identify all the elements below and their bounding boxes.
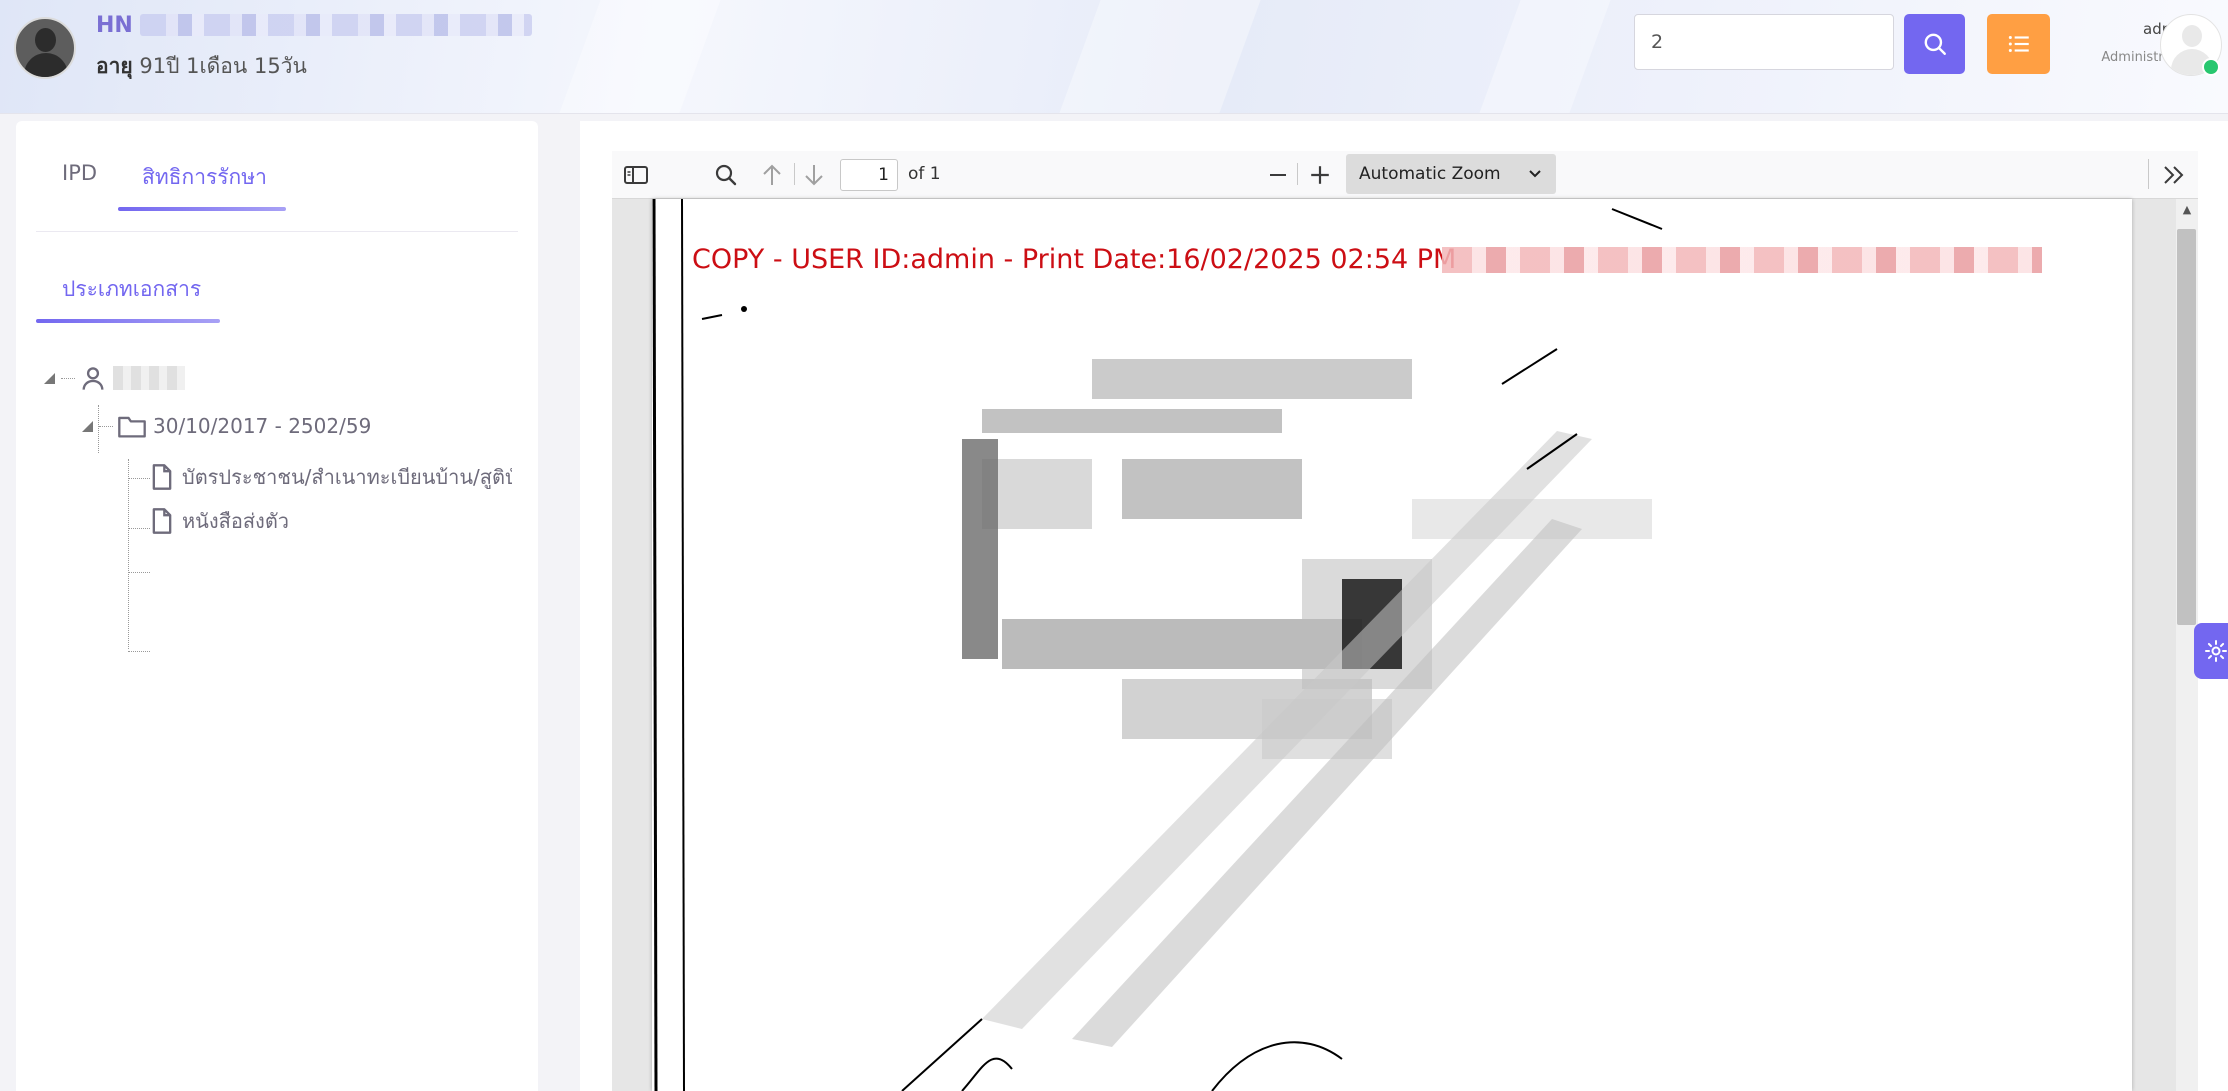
list-icon [2008, 35, 2029, 53]
folder-icon [118, 416, 146, 438]
sidebar-toggle-button[interactable] [622, 161, 650, 189]
tree-connector [128, 651, 150, 652]
tab-ipd[interactable]: IPD [62, 161, 97, 185]
tree-connector [128, 459, 129, 649]
find-icon [715, 164, 737, 186]
tab-document-type[interactable]: ประเภทเอกสาร [62, 273, 201, 306]
gear-icon [2205, 640, 2227, 662]
patient-age: อายุ 91ปี 1เดือน 15วัน [96, 50, 307, 83]
file-icon [152, 508, 172, 534]
age-label: อายุ [96, 54, 133, 78]
sidebar-toggle-icon [624, 166, 648, 184]
patient-name-redacted [140, 14, 532, 36]
minus-icon [1270, 174, 1286, 176]
zoom-out-button[interactable] [1264, 161, 1292, 189]
pdf-viewer: 1 of 1 Automatic Zoom COPY - USER ID:adm… [612, 151, 2198, 1091]
document-tree-panel: IPD สิทธิการรักษา ประเภทเอกสาร 30/10/201… [16, 121, 538, 1091]
document-label: หนังสือส่งตัว [182, 509, 290, 533]
header-decoration [1479, 0, 1611, 113]
zoom-in-button[interactable] [1306, 161, 1334, 189]
tab-treatment-rights[interactable]: สิทธิการรักษา [142, 161, 267, 194]
tree-connector [128, 528, 150, 529]
hn-search-input[interactable] [1634, 14, 1894, 70]
pdf-page: COPY - USER ID:admin - Print Date:16/02/… [652, 199, 2132, 1091]
tree-collapse-icon[interactable] [44, 372, 55, 384]
previous-page-button[interactable] [758, 161, 786, 189]
arrow-down-icon [805, 165, 823, 186]
watermark-redacted [1442, 247, 2042, 273]
header-decoration [559, 0, 721, 113]
tree-node-document[interactable]: บัตรประชาชน/สำเนาทะเบียนบ้าน/สูติบั [150, 461, 512, 493]
tree-node-patient[interactable] [44, 363, 185, 393]
patient-name-redacted [113, 366, 185, 390]
tree-collapse-icon[interactable] [82, 420, 93, 432]
user-icon [82, 367, 104, 390]
search-button[interactable] [1904, 14, 1965, 74]
hn-label: HN [96, 13, 133, 38]
folder-label: 30/10/2017 - 2502/59 [153, 414, 372, 438]
double-chevron-right-icon [2164, 166, 2184, 184]
active-tab-indicator [36, 319, 220, 323]
online-status-badge [2202, 58, 2220, 76]
patient-header: HN อายุ 91ปี 1เดือน 15วัน admin Administ… [0, 0, 2228, 114]
arrow-up-icon [763, 164, 781, 185]
tree-node-folder[interactable]: 30/10/2017 - 2502/59 [82, 413, 371, 439]
menu-list-button[interactable] [1987, 14, 2050, 74]
tree-node-document[interactable]: หนังสือส่งตัว [150, 505, 289, 537]
tools-button[interactable] [2160, 161, 2188, 189]
tree-connector [128, 478, 150, 479]
document-label: บัตรประชาชน/สำเนาทะเบียนบ้าน/สูติบั [182, 465, 512, 489]
zoom-value: Automatic Zoom [1359, 164, 1501, 184]
chevron-down-icon [1528, 154, 1542, 194]
divider [36, 231, 518, 232]
search-icon [1924, 33, 1946, 55]
pdf-scroll-thumb[interactable] [2177, 229, 2196, 625]
page-number-input[interactable]: 1 [840, 159, 898, 191]
plus-icon [1311, 166, 1329, 184]
active-tab-indicator [118, 207, 286, 211]
scanned-document-image [652, 199, 1663, 1091]
file-icon [152, 464, 172, 490]
patient-avatar-icon [14, 17, 76, 79]
header-decoration [1059, 0, 1261, 113]
page-count: of 1 [908, 164, 941, 184]
zoom-select[interactable]: Automatic Zoom [1346, 154, 1556, 194]
pdf-toolbar: 1 of 1 Automatic Zoom [612, 151, 2198, 199]
next-page-button[interactable] [800, 161, 828, 189]
print-watermark: COPY - USER ID:admin - Print Date:16/02/… [692, 244, 1457, 275]
settings-button[interactable] [2194, 623, 2228, 679]
find-button[interactable] [712, 161, 740, 189]
scroll-up-arrow[interactable]: ▲ [2176, 203, 2198, 219]
age-value: 91ปี 1เดือน 15วัน [139, 54, 307, 78]
tree-connector [128, 572, 150, 573]
